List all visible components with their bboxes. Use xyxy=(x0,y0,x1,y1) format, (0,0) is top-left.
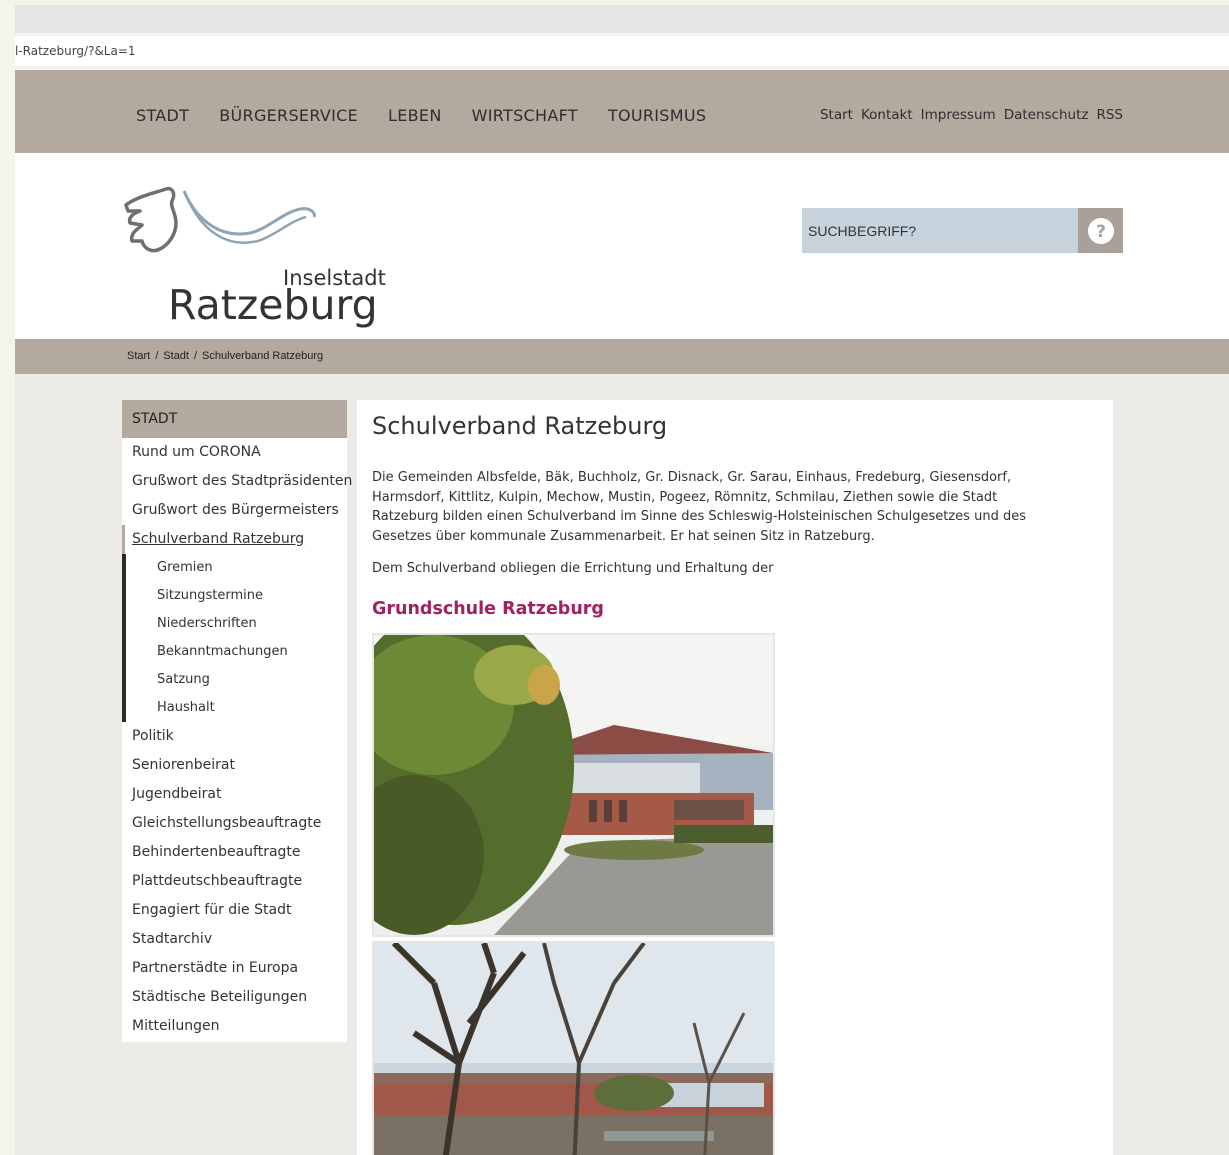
sidebar-subitem-gremien[interactable]: Gremien xyxy=(126,554,347,582)
sidebar-item-mitteilungen[interactable]: Mitteilungen xyxy=(122,1012,347,1041)
sidebar-item-grusswort-buergermeister[interactable]: Grußwort des Bürgermeisters xyxy=(122,496,347,525)
sidebar-subitem-satzung[interactable]: Satzung xyxy=(126,666,347,694)
question-circle-icon: ? xyxy=(1087,217,1114,244)
search-button[interactable]: ? xyxy=(1078,208,1123,253)
section-heading: Grundschule Ratzeburg xyxy=(372,599,604,619)
sidebar-item-seniorenbeirat[interactable]: Seniorenbeirat xyxy=(122,751,347,780)
sidebar-item-corona[interactable]: Rund um CORONA xyxy=(122,438,347,467)
main-nav-tourismus[interactable]: TOURISMUS xyxy=(608,106,706,125)
sidebar-subitem-niederschriften[interactable]: Niederschriften xyxy=(126,610,347,638)
sidebar: STADT Rund um CORONA Grußwort des Stadtp… xyxy=(122,400,352,1042)
site-logo[interactable]: Inselstadt Ratzeburg xyxy=(120,183,386,329)
sidebar-item-gleichstellungsbeauftragte[interactable]: Gleichstellungsbeauftragte xyxy=(122,809,347,838)
meta-nav: Start Kontakt Impressum Datenschutz RSS xyxy=(820,107,1123,123)
breadcrumb-start[interactable]: Start xyxy=(127,350,150,362)
top-navigation: STADT BÜRGERSERVICE LEBEN WIRTSCHAFT TOU… xyxy=(15,70,1229,153)
breadcrumb-stadt[interactable]: Stadt xyxy=(163,350,189,362)
school-building-image xyxy=(374,635,773,935)
main-nav-buergerservice[interactable]: BÜRGERSERVICE xyxy=(219,106,358,125)
schoolyard-photo xyxy=(372,941,775,1155)
sidebar-subnav: Gremien Sitzungstermine Niederschriften … xyxy=(122,554,347,722)
breadcrumb-separator: / xyxy=(193,350,198,362)
sidebar-heading[interactable]: STADT xyxy=(122,400,347,438)
web-page: STADT BÜRGERSERVICE LEBEN WIRTSCHAFT TOU… xyxy=(15,70,1229,1155)
sidebar-item-behindertenbeauftragte[interactable]: Behindertenbeauftragte xyxy=(122,838,347,867)
meta-nav-datenschutz[interactable]: Datenschutz xyxy=(1004,107,1089,123)
sidebar-item-jugendbeirat[interactable]: Jugendbeirat xyxy=(122,780,347,809)
address-bar[interactable]: l-Ratzeburg/?&La=1 xyxy=(15,36,1229,66)
second-paragraph: Dem Schulverband obliegen die Errichtung… xyxy=(372,561,774,576)
school-photo xyxy=(372,633,775,937)
breadcrumb: Start / Stadt / Schulverband Ratzeburg xyxy=(127,350,323,362)
search-box: ? xyxy=(802,208,1123,253)
main-nav-stadt[interactable]: STADT xyxy=(136,106,189,125)
sidebar-item-partnerstaedte[interactable]: Partnerstädte in Europa xyxy=(122,954,347,983)
sidebar-item-plattdeutschbeauftragte[interactable]: Plattdeutschbeauftragte xyxy=(122,867,347,896)
breadcrumb-bar: Start / Stadt / Schulverband Ratzeburg xyxy=(15,339,1229,374)
main-nav-wirtschaft[interactable]: WIRTSCHAFT xyxy=(472,106,578,125)
sidebar-item-politik[interactable]: Politik xyxy=(122,722,347,751)
sidebar-subitem-sitzungstermine[interactable]: Sitzungstermine xyxy=(126,582,347,610)
sidebar-item-grusswort-stadtpraesident[interactable]: Grußwort des Stadtpräsidenten xyxy=(122,467,352,496)
sidebar-item-beteiligungen[interactable]: Städtische Beteiligungen xyxy=(122,983,347,1012)
sidebar-item-schulverband[interactable]: Schulverband Ratzeburg xyxy=(122,525,347,554)
sidebar-subitem-bekanntmachungen[interactable]: Bekanntmachungen xyxy=(126,638,347,666)
breadcrumb-separator: / xyxy=(155,350,159,362)
search-input[interactable] xyxy=(802,208,1072,253)
meta-nav-impressum[interactable]: Impressum xyxy=(921,107,996,123)
sidebar-item-stadtarchiv[interactable]: Stadtarchiv xyxy=(122,925,347,954)
main-content: Schulverband Ratzeburg Die Gemeinden Alb… xyxy=(357,400,1113,1155)
sidebar-subitem-haushalt[interactable]: Haushalt xyxy=(126,694,347,722)
page-title: Schulverband Ratzeburg xyxy=(372,412,668,440)
main-nav-leben[interactable]: LEBEN xyxy=(388,106,442,125)
intro-paragraph: Die Gemeinden Albsfelde, Bäk, Buchholz, … xyxy=(372,470,1026,544)
meta-nav-start[interactable]: Start xyxy=(820,107,853,123)
schoolyard-image xyxy=(374,943,773,1155)
sidebar-item-engagiert[interactable]: Engagiert für die Stadt xyxy=(122,896,347,925)
meta-nav-rss[interactable]: RSS xyxy=(1096,107,1123,123)
site-header: Inselstadt Ratzeburg ? xyxy=(15,153,1229,339)
main-nav: STADT BÜRGERSERVICE LEBEN WIRTSCHAFT TOU… xyxy=(136,106,706,125)
logo-text-ratzeburg: Ratzeburg xyxy=(168,281,378,329)
svg-text:?: ? xyxy=(1096,222,1106,242)
browser-tab-strip xyxy=(15,5,1229,33)
meta-nav-kontakt[interactable]: Kontakt xyxy=(861,107,913,123)
breadcrumb-current: Schulverband Ratzeburg xyxy=(202,350,324,362)
address-bar-text: l-Ratzeburg/?&La=1 xyxy=(15,44,136,58)
